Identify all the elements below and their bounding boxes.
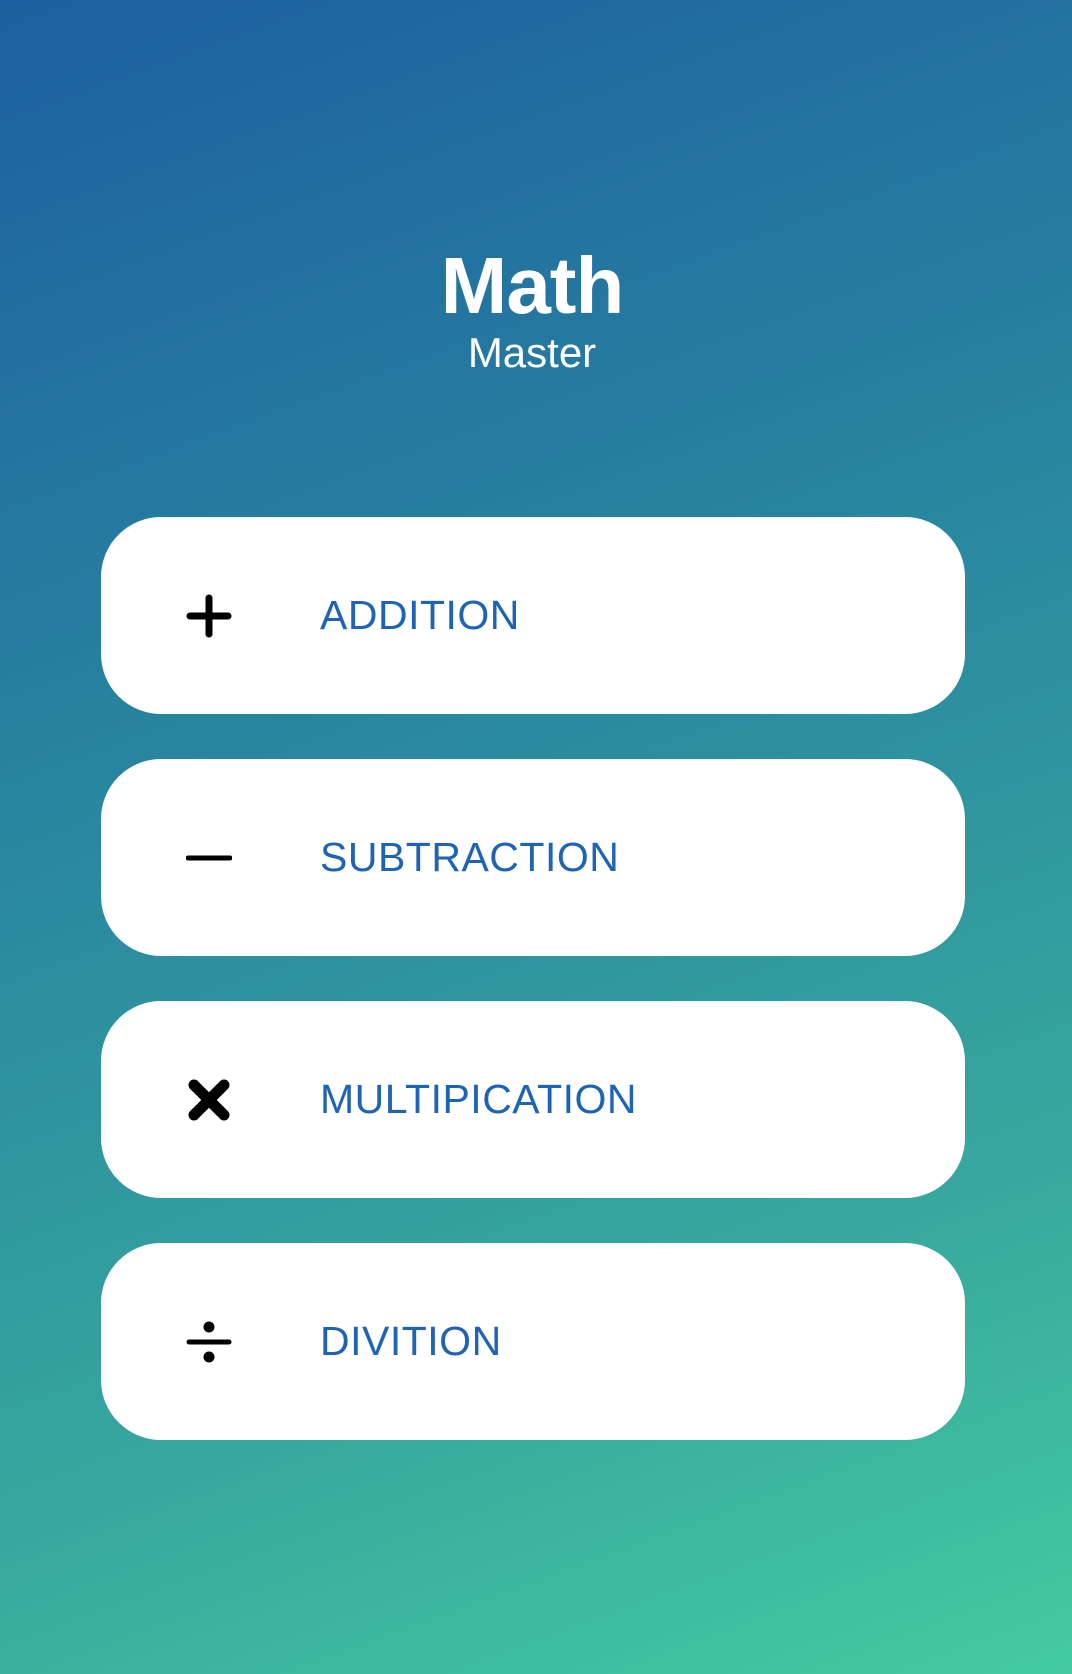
subtraction-label: SUBTRACTION [320, 834, 620, 880]
app-subtitle: Master [467, 329, 597, 376]
subtraction-button[interactable]: SUBTRACTION [101, 759, 965, 956]
app-title: Math [440, 241, 625, 330]
multiplication-label: MULTIPICATION [320, 1076, 638, 1122]
division-label: DIVITION [320, 1318, 502, 1364]
addition-button[interactable]: ADDITION [101, 517, 965, 714]
plus-icon [186, 594, 232, 638]
multiply-icon [188, 1079, 230, 1121]
division-button[interactable]: DIVITION [101, 1243, 965, 1440]
addition-label: ADDITION [320, 592, 520, 638]
divide-icon [186, 1321, 232, 1363]
multiplication-button[interactable]: MULTIPICATION [101, 1001, 965, 1198]
operation-menu: ADDITION SUBTRACTION MULTIPICATION DIVIT… [101, 517, 965, 1485]
minus-icon [186, 855, 232, 861]
main-screen: Math Master ADDITION SUBTRACTION MULTIPI… [0, 0, 1072, 1674]
title-block: Math Master [0, 240, 1064, 378]
